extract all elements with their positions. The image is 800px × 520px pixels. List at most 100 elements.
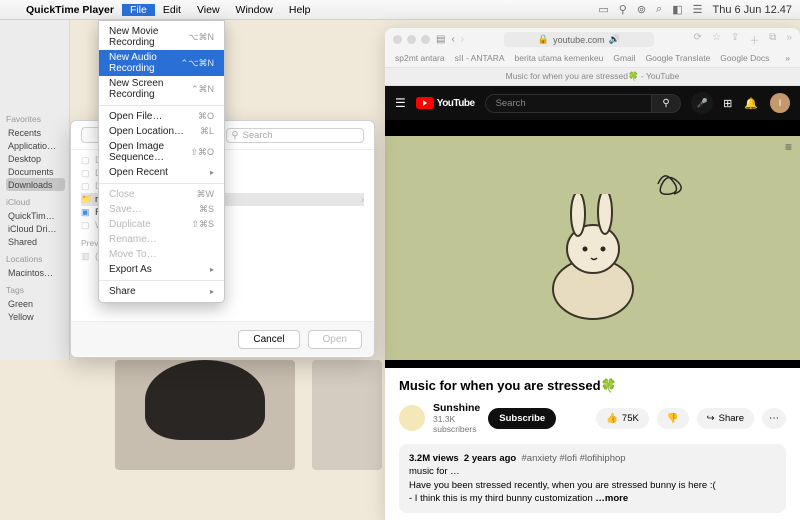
sidebar-item-documents[interactable]: Documents: [6, 165, 65, 178]
more-actions-button[interactable]: ⋯: [762, 408, 786, 429]
share-button[interactable]: ↪Share: [697, 408, 754, 429]
video-tags[interactable]: #anxiety #lofi #lofihiphop: [522, 453, 626, 464]
sidebar-heading-locations: Locations: [6, 254, 65, 264]
youtube-search-input[interactable]: Search: [485, 94, 652, 113]
sidebar-tag-yellow[interactable]: Yellow: [6, 310, 65, 323]
menu-open-image-sequence[interactable]: Open Image Sequence…⇧⌘O: [99, 139, 224, 165]
create-icon[interactable]: ⊞: [723, 97, 732, 110]
app-name[interactable]: QuickTime Player: [18, 4, 122, 16]
macos-menubar: QuickTime Player File Edit View Window H…: [0, 0, 800, 20]
search-menubar-icon[interactable]: ⌕: [656, 3, 662, 16]
safari-tab-title[interactable]: Music for when you are stressed🍀 - YouTu…: [385, 68, 800, 86]
video-player[interactable]: ≡: [385, 120, 800, 368]
channel-avatar[interactable]: [399, 405, 425, 431]
bookmark-link[interactable]: sp2mt antara: [395, 53, 445, 63]
menu-view[interactable]: View: [189, 4, 228, 16]
tabs-overview-icon[interactable]: ⧉: [769, 32, 776, 47]
menu-open-location[interactable]: Open Location…⌘L: [99, 124, 224, 139]
menu-window[interactable]: Window: [228, 4, 281, 16]
like-button[interactable]: 👍75K: [596, 408, 649, 429]
finder-thumbnail: [312, 360, 382, 470]
show-more-link[interactable]: …more: [595, 493, 628, 504]
search-icon: ⚲: [232, 130, 239, 141]
finder-sidebar: Favorites Recents Applicatio… Desktop Do…: [0, 20, 70, 360]
bookmark-link[interactable]: Gmail: [613, 53, 635, 63]
audio-playing-icon[interactable]: 🔊: [609, 34, 620, 45]
menu-share[interactable]: Share▸: [99, 284, 224, 299]
reload-icon[interactable]: ⟳: [694, 32, 702, 47]
menu-export-as[interactable]: Export As▸: [99, 262, 224, 277]
account-avatar[interactable]: I: [770, 93, 790, 113]
notifications-icon[interactable]: 🔔: [744, 97, 758, 110]
sidebar-toggle-icon[interactable]: ▤: [436, 34, 445, 45]
control-center-icon[interactable]: ☰: [693, 3, 703, 16]
upload-age: 2 years ago: [464, 453, 516, 464]
sidebar-heading-tags: Tags: [6, 285, 65, 295]
channel-name[interactable]: Sunshine: [433, 402, 480, 414]
bookmark-link[interactable]: Google Translate: [646, 53, 711, 63]
menu-help[interactable]: Help: [281, 4, 319, 16]
subscriber-count: 31.3K subscribers: [433, 414, 480, 434]
dislike-button[interactable]: 👎: [657, 408, 689, 429]
youtube-header: ☰ YouTube Search ⚲ 🎤 ⊞ 🔔 I: [385, 86, 800, 120]
sidebar-item-shared[interactable]: Shared: [6, 235, 65, 248]
hamburger-icon[interactable]: ☰: [395, 96, 406, 110]
open-button[interactable]: Open: [308, 330, 362, 349]
sidebar-item-quicktime[interactable]: QuickTim…: [6, 209, 65, 222]
bookmark-link[interactable]: sII - ANTARA: [455, 53, 505, 63]
spotlight-icon[interactable]: ⚲: [619, 3, 627, 16]
nav-back-icon[interactable]: ‹: [451, 34, 454, 45]
youtube-play-icon: [416, 97, 434, 109]
video-thumbnail-art: [533, 194, 653, 329]
menu-duplicate: Duplicate⇧⌘S: [99, 217, 224, 232]
image-file-icon: ▢: [81, 168, 91, 179]
sidebar-item-desktop[interactable]: Desktop: [6, 152, 65, 165]
new-tab-icon[interactable]: ＋: [749, 32, 759, 47]
pdf-file-icon: ▥: [81, 251, 91, 262]
menubar-datetime[interactable]: Thu 6 Jun 12.47: [712, 4, 792, 16]
menu-edit[interactable]: Edit: [155, 4, 189, 16]
sidebar-item-icloud-drive[interactable]: iCloud Dri…: [6, 222, 65, 235]
menu-rename: Rename…: [99, 232, 224, 247]
bookmark-icon[interactable]: ☆: [712, 32, 721, 47]
bookmark-overflow-icon[interactable]: »: [785, 53, 790, 63]
safari-url-bar[interactable]: 🔒youtube.com🔊: [504, 32, 654, 47]
sidebar-item-downloads[interactable]: Downloads: [6, 178, 65, 191]
voice-search-button[interactable]: 🎤: [691, 92, 713, 114]
subscribe-button[interactable]: Subscribe: [488, 408, 556, 429]
view-count: 3.2M views: [409, 453, 459, 464]
image-file-icon: ▢: [81, 220, 91, 231]
video-title: Music for when you are stressed🍀: [399, 378, 786, 394]
thumbs-down-icon: 👎: [667, 413, 679, 424]
battery-icon[interactable]: ▭: [598, 3, 608, 16]
window-traffic-lights[interactable]: [393, 35, 430, 44]
video-description[interactable]: 3.2M views 2 years ago #anxiety #lofi #l…: [399, 444, 786, 513]
sidebar-tag-green[interactable]: Green: [6, 297, 65, 310]
menu-new-audio-recording[interactable]: New Audio Recording⌃⌥⌘N: [99, 50, 224, 76]
menu-open-recent[interactable]: Open Recent▸: [99, 165, 224, 180]
bookmark-link[interactable]: Google Docs: [720, 53, 769, 63]
wifi-icon[interactable]: ⊚: [637, 3, 646, 16]
file-menu-dropdown: New Movie Recording⌥⌘N New Audio Recordi…: [98, 20, 225, 303]
menu-new-movie-recording[interactable]: New Movie Recording⌥⌘N: [99, 24, 224, 50]
safari-bookmarks-bar: sp2mt antara sII - ANTARA berita utama k…: [385, 51, 800, 68]
youtube-logo[interactable]: YouTube: [416, 97, 475, 109]
bookmark-link[interactable]: berita utama kemenkeu: [515, 53, 604, 63]
share-safari-icon[interactable]: ⇪: [731, 32, 739, 47]
finder-thumbnail: [115, 360, 295, 470]
expand-icon[interactable]: »: [786, 32, 792, 47]
sidebar-item-applications[interactable]: Applicatio…: [6, 139, 65, 152]
sidebar-heading-icloud: iCloud: [6, 197, 65, 207]
image-file-icon: ▢: [81, 155, 91, 166]
menu-file[interactable]: File: [122, 4, 155, 16]
sidebar-item-recents[interactable]: Recents: [6, 126, 65, 139]
menu-open-file[interactable]: Open File…⌘O: [99, 109, 224, 124]
sidebar-item-macintosh[interactable]: Macintos…: [6, 266, 65, 279]
youtube-search-button[interactable]: ⚲: [651, 94, 681, 113]
dialog-search-input[interactable]: ⚲Search: [226, 128, 365, 143]
menu-new-screen-recording[interactable]: New Screen Recording⌃⌘N: [99, 76, 224, 102]
video-menu-icon[interactable]: ≡: [785, 140, 792, 154]
nav-forward-icon[interactable]: ›: [461, 34, 464, 45]
menubar-extra-icon[interactable]: ◧: [672, 3, 682, 16]
cancel-button[interactable]: Cancel: [238, 330, 299, 349]
